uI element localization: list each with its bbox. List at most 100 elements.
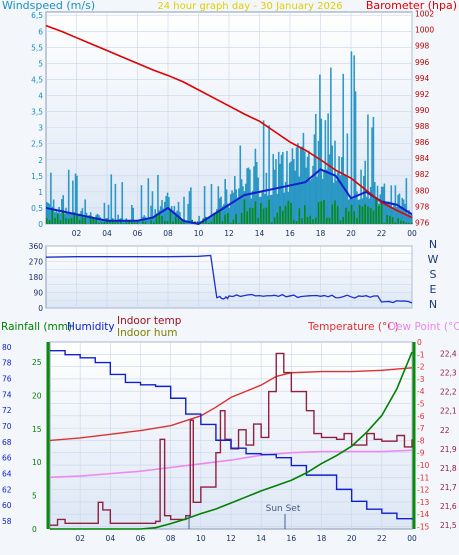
temperature-tick-label: -4 — [417, 387, 425, 396]
temp-time-label: 16 — [287, 534, 297, 543]
temp-time-label: 20 — [347, 534, 357, 543]
compass-label: N — [429, 298, 437, 311]
temperature-tick-label: 0 — [417, 338, 422, 347]
dew-point-label: Dew Point (°C) — [388, 321, 459, 333]
indoor-tick-label: 22,2 — [440, 388, 457, 397]
humidity-tick-label: 80 — [2, 343, 12, 352]
wind-time-label: 04 — [102, 229, 112, 238]
wind-tick-label: 6 — [38, 27, 43, 36]
compass-label: W — [428, 253, 439, 266]
temperature-tick-label: -1 — [417, 350, 425, 359]
wind-tick-label: 1 — [38, 188, 43, 197]
wind-tick-label: 5,5 — [31, 43, 43, 52]
indoor-tick-label: 21,7 — [440, 483, 457, 492]
temperature-tick-label: -3 — [417, 375, 425, 384]
barometer-tick-label: 996 — [415, 58, 430, 67]
humidity-tick-label: 72 — [2, 406, 12, 415]
temperature-tick-label: -10 — [417, 461, 429, 470]
temp-time-label: 12 — [226, 534, 236, 543]
direction-tick-label: 180 — [29, 273, 44, 282]
temp-time-label: 22 — [377, 534, 387, 543]
temp-time-label: 14 — [256, 534, 266, 543]
temp-time-label: 04 — [106, 534, 116, 543]
wind-tick-label: 2 — [38, 156, 43, 165]
temperature-tick-label: -8 — [417, 436, 425, 445]
wind-time-label: 12 — [224, 229, 234, 238]
wind-direction-panel: 090180270360 NWSEN — [29, 238, 439, 313]
indoor-tick-label: 22 — [440, 426, 450, 435]
humidity-tick-label: 62 — [2, 485, 12, 494]
temperature-tick-label: -6 — [417, 412, 425, 421]
humidity-tick-label: 60 — [2, 501, 12, 510]
barometer-tick-label: 978 — [415, 202, 430, 211]
wind-time-label: 16 — [285, 229, 295, 238]
indoor-temp-label: Indoor temp — [117, 315, 182, 327]
barometer-tick-label: 1000 — [415, 26, 434, 35]
temp-time-label: 08 — [166, 534, 176, 543]
temperature-tick-label: -5 — [417, 400, 425, 409]
humidity-tick-label: 78 — [2, 359, 12, 368]
barometer-tick-label: 986 — [415, 138, 430, 147]
wind-tick-label: 0,5 — [31, 204, 43, 213]
temperature-tick-label: -15 — [417, 523, 429, 532]
wind-time-label: 22 — [377, 229, 387, 238]
wind-time-label: 10 — [194, 229, 204, 238]
wind-barometer-panel: 0 0,5 1 1,5 2 2,5 3 3,5 4 4,5 5 5,5 6 6,5 976 978 980 982… — [2, 0, 457, 238]
humidity-tick-label: 70 — [2, 422, 12, 431]
weather-graphs: 0 0,5 1 1,5 2 2,5 3 3,5 4 4,5 5 5,5 6 6,5 976 978 980 982… — [1, 0, 459, 543]
temp-time-label: 18 — [317, 534, 327, 543]
barometer-tick-label: 976 — [415, 218, 430, 227]
wind-tick-label: 3,5 — [31, 108, 43, 117]
rainfall-label: Rainfall (mm) — [1, 321, 72, 333]
barometer-tick-label: 994 — [415, 74, 430, 83]
wind-time-label: 08 — [163, 229, 173, 238]
indoor-tick-label: 21,9 — [440, 445, 457, 454]
rainfall-tick-label: 10 — [32, 458, 42, 467]
direction-tick-label: 270 — [29, 258, 44, 267]
direction-tick-labels: 0 90 180 270 360 — [29, 242, 44, 313]
temperature-label: Temperature (°C) — [307, 321, 399, 333]
temp-time-label: 00 — [407, 534, 417, 543]
temperature-tick-label: -9 — [417, 449, 425, 458]
wind-title: 24 hour graph day - 30 January 2026 — [157, 1, 342, 12]
indoor-hum-label: Indoor hum — [117, 327, 177, 339]
humidity-tick-label: 74 — [2, 390, 12, 399]
wind-time-label: 20 — [346, 229, 356, 238]
wind-time-label: 00 — [407, 229, 417, 238]
rainfall-tick-label: 15 — [32, 425, 42, 434]
barometer-tick-label: 984 — [415, 154, 430, 163]
temperature-tick-label: -14 — [417, 510, 429, 519]
wind-tick-label: 3 — [38, 124, 43, 133]
humidity-tick-label: 58 — [2, 517, 12, 526]
indoor-tick-label: 22,4 — [440, 349, 457, 358]
temperature-tick-label: -7 — [417, 424, 425, 433]
humidity-label: Humidity — [67, 321, 115, 333]
wind-time-label: 02 — [72, 229, 82, 238]
barometer-tick-label: 988 — [415, 122, 430, 131]
wind-time-label: 06 — [133, 229, 143, 238]
indoor-tick-label: 21,5 — [440, 521, 457, 530]
indoor-tick-label: 22,1 — [440, 407, 457, 416]
temp-humidity-panel: -15-14-13-12-11-10-9-8-7-6-5-4-3-2-1002 0… — [1, 315, 459, 543]
barometer-tick-label: 992 — [415, 90, 430, 99]
rainfall-tick-label: 0 — [32, 525, 37, 534]
temp-time-label: 02 — [75, 534, 85, 543]
compass-label: S — [430, 268, 437, 281]
humidity-tick-label: 68 — [2, 438, 12, 447]
indoor-tick-label: 21,8 — [440, 464, 457, 473]
compass-label: E — [430, 283, 437, 296]
temperature-tick-label: -13 — [417, 498, 429, 507]
temperature-tick-label: -2 — [417, 363, 425, 372]
humidity-tick-label: 76 — [2, 374, 12, 383]
wind-time-label: 14 — [255, 229, 265, 238]
wind-tick-label: 5 — [38, 59, 43, 68]
barometer-tick-label: 982 — [415, 170, 430, 179]
barometer-ylabel: Barometer (hpa) — [366, 0, 457, 12]
humidity-tick-label: 66 — [2, 454, 12, 463]
direction-tick-label: 0 — [38, 304, 43, 313]
wind-tick-label: 6,5 — [31, 11, 43, 20]
indoor-tick-label: 21,6 — [440, 502, 457, 511]
wind-ylabel: Windspeed (m/s) — [2, 0, 95, 12]
compass-labels: NWSEN — [428, 238, 439, 311]
temp-time-label: 10 — [196, 534, 206, 543]
